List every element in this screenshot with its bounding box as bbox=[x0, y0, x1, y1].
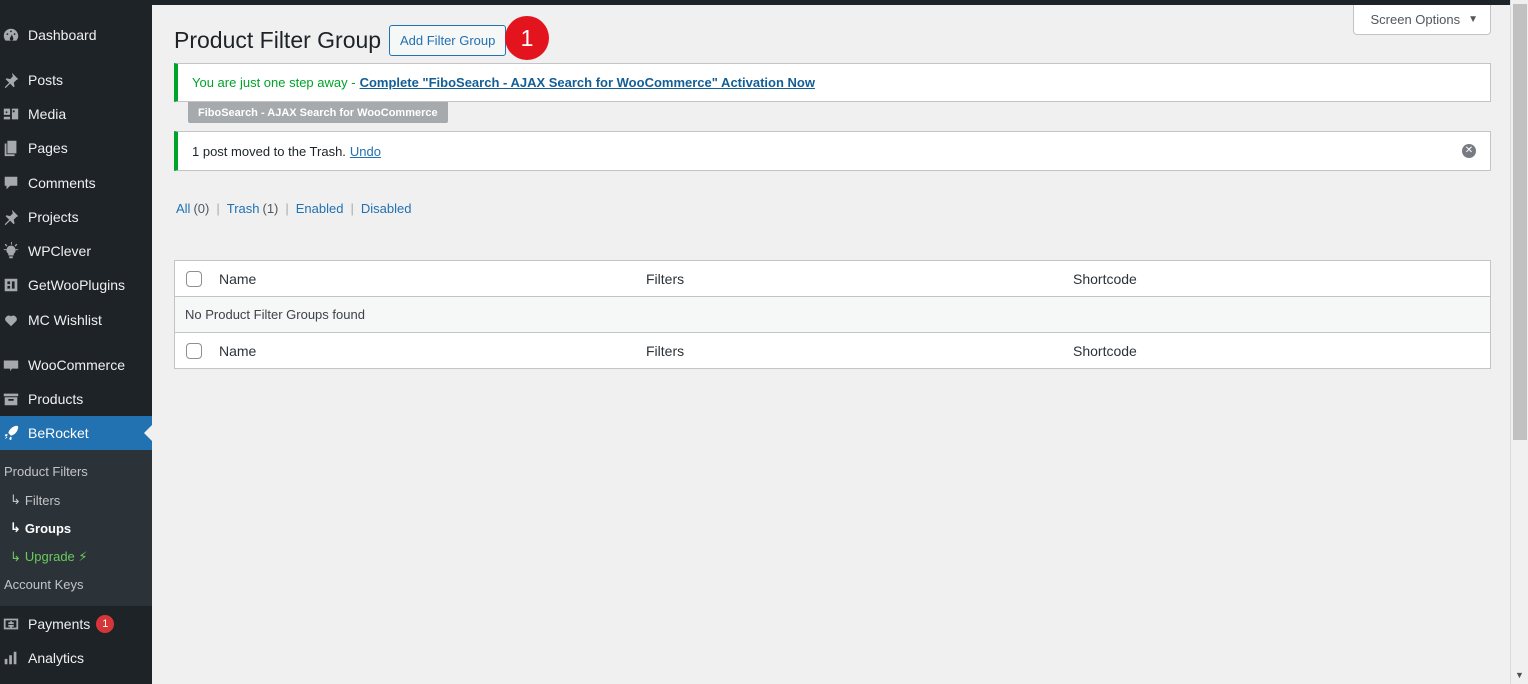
bar-chart-icon bbox=[2, 649, 20, 667]
arrow-return-icon: ↳ bbox=[10, 492, 21, 507]
sidebar-item-comments[interactable]: Comments bbox=[0, 166, 152, 200]
woo-icon bbox=[2, 356, 20, 374]
sidebar-item-media[interactable]: Media bbox=[0, 97, 152, 131]
notice-text: You are just one step away - bbox=[192, 75, 356, 90]
submenu-filters[interactable]: ↳ Filters bbox=[10, 492, 60, 508]
select-all-checkbox-footer[interactable] bbox=[186, 342, 202, 359]
view-trash-link[interactable]: Trash (1) bbox=[227, 201, 279, 216]
sidebar-item-label: WPClever bbox=[28, 243, 92, 259]
berocket-submenu: Product Filters ↳ Filters ↳ Groups ↳ Upgrad… bbox=[0, 450, 152, 606]
submenu-product-filters[interactable]: Product Filters bbox=[4, 464, 88, 479]
view-enabled-link[interactable]: Enabled bbox=[296, 201, 344, 216]
sidebar-item-getwooplugins[interactable]: GetWooPlugins bbox=[0, 268, 152, 302]
fibosearch-activation-notice: You are just one step away - Complete "F… bbox=[174, 63, 1491, 102]
filter-groups-table: Name Filters Shortcode No Product Filter… bbox=[174, 260, 1491, 369]
select-all-checkbox[interactable] bbox=[186, 270, 202, 287]
add-filter-group-button[interactable]: Add Filter Group bbox=[389, 25, 507, 56]
column-filters: Filters bbox=[646, 270, 685, 287]
table-footer-row: Name Filters Shortcode bbox=[175, 332, 1490, 368]
sidebar-item-dashboard[interactable]: Dashboard bbox=[0, 18, 152, 52]
pages-icon bbox=[2, 139, 20, 157]
sidebar-item-label: Payments bbox=[28, 616, 91, 632]
sidebar-item-label: Posts bbox=[28, 72, 64, 88]
view-all-link[interactable]: All (0) bbox=[176, 201, 209, 216]
column-name[interactable]: Name bbox=[219, 343, 256, 359]
sidebar-item-label: WooCommerce bbox=[28, 357, 125, 373]
column-shortcode: Shortcode bbox=[1073, 270, 1137, 287]
view-separator: | bbox=[350, 201, 354, 216]
undo-link[interactable]: Undo bbox=[350, 144, 381, 159]
table-header-row: Name Filters Shortcode bbox=[175, 261, 1490, 297]
scrollbar-thumb[interactable] bbox=[1513, 4, 1527, 440]
arrow-return-icon: ↳ bbox=[10, 520, 21, 535]
media-icon bbox=[2, 105, 20, 123]
admin-sidebar: Dashboard Posts Media Pages Comments Pro… bbox=[0, 0, 152, 684]
sidebar-item-label: MC Wishlist bbox=[28, 312, 102, 328]
sidebar-item-label: Comments bbox=[28, 175, 96, 191]
heart-icon bbox=[2, 311, 20, 329]
sidebar-item-label: Dashboard bbox=[28, 27, 97, 43]
view-separator: | bbox=[285, 201, 289, 216]
dollar-icon bbox=[2, 615, 20, 633]
lightbulb-icon bbox=[2, 242, 20, 260]
sidebar-item-label: Pages bbox=[28, 140, 68, 156]
scroll-down-icon[interactable]: ▼ bbox=[1515, 670, 1524, 680]
column-name[interactable]: Name bbox=[219, 271, 256, 287]
sidebar-item-posts[interactable]: Posts bbox=[0, 63, 152, 97]
payments-badge: 1 bbox=[96, 615, 115, 633]
pin-icon bbox=[2, 71, 20, 89]
status-views: All (0) | Trash (1) | Enabled | Disabled bbox=[176, 201, 411, 216]
pin-icon bbox=[2, 208, 20, 226]
caret-down-icon: ▼ bbox=[1468, 14, 1478, 25]
sidebar-item-berocket[interactable]: BeRocket bbox=[0, 416, 152, 450]
sidebar-item-payments[interactable]: Payments 1 bbox=[0, 607, 152, 641]
page-title: Product Filter Group bbox=[174, 27, 382, 53]
table-empty-row: No Product Filter Groups found bbox=[175, 297, 1490, 332]
sidebar-item-wpclever[interactable]: WPClever bbox=[0, 234, 152, 268]
fibosearch-tag: FiboSearch - AJAX Search for WooCommerce bbox=[188, 102, 448, 123]
sidebar-item-label: Analytics bbox=[28, 650, 85, 666]
trash-notice: 1 post moved to the Trash. Undo ✕ bbox=[174, 131, 1491, 171]
submenu-upgrade[interactable]: ↳ Upgrade ⚡ bbox=[10, 549, 88, 565]
sidebar-item-pages[interactable]: Pages bbox=[0, 131, 152, 165]
column-filters: Filters bbox=[646, 342, 685, 359]
dismiss-icon[interactable]: ✕ bbox=[1462, 144, 1476, 158]
submenu-groups[interactable]: ↳ Groups bbox=[10, 520, 71, 536]
notice-text: 1 post moved to the Trash. bbox=[192, 143, 346, 159]
screen-options-toggle[interactable]: Screen Options ▼ bbox=[1353, 5, 1491, 35]
rocket-icon bbox=[2, 424, 20, 442]
step-marker: 1 bbox=[505, 16, 549, 60]
activation-link[interactable]: Complete "FiboSearch - AJAX Search for W… bbox=[360, 75, 815, 90]
view-separator: | bbox=[216, 201, 220, 216]
column-shortcode: Shortcode bbox=[1073, 342, 1137, 359]
sidebar-item-analytics[interactable]: Analytics bbox=[0, 641, 152, 675]
sidebar-item-label: GetWooPlugins bbox=[28, 277, 126, 293]
comments-icon bbox=[2, 174, 20, 192]
sidebar-item-label: Projects bbox=[28, 209, 79, 225]
sidebar-item-products[interactable]: Products bbox=[0, 382, 152, 416]
main-content: Screen Options ▼ Product Filter Group Ad… bbox=[152, 5, 1510, 684]
sidebar-item-mc-wishlist[interactable]: MC Wishlist bbox=[0, 303, 152, 337]
plugin-icon bbox=[2, 276, 20, 294]
archive-icon bbox=[2, 390, 20, 408]
sidebar-item-woocommerce[interactable]: WooCommerce bbox=[0, 348, 152, 382]
sidebar-item-label: Media bbox=[28, 106, 67, 122]
view-disabled-link[interactable]: Disabled bbox=[361, 201, 412, 216]
sidebar-item-label: BeRocket bbox=[28, 425, 89, 441]
sidebar-item-projects[interactable]: Projects bbox=[0, 200, 152, 234]
page-scrollbar[interactable]: ▼ bbox=[1510, 0, 1528, 684]
sidebar-item-label: Products bbox=[28, 391, 84, 407]
dashboard-icon bbox=[2, 26, 20, 44]
submenu-account-keys[interactable]: Account Keys bbox=[4, 577, 84, 592]
arrow-return-icon: ↳ bbox=[10, 549, 21, 564]
